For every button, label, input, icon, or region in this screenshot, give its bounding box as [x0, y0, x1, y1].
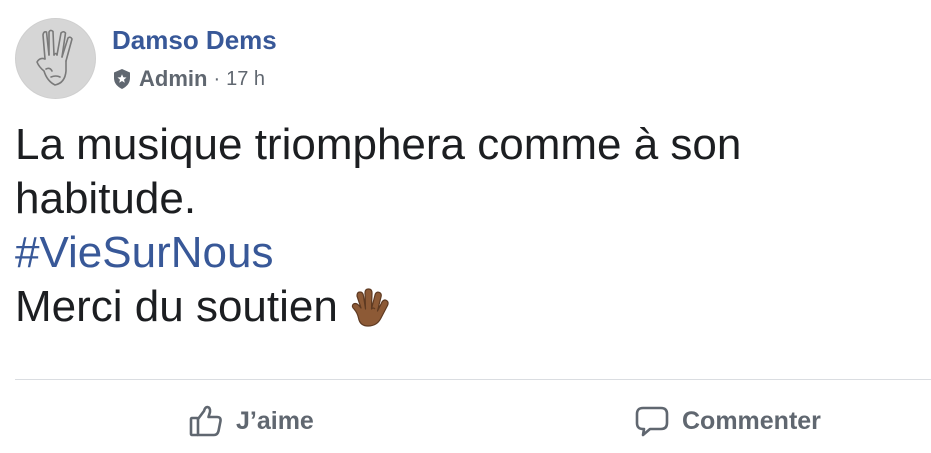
author-name[interactable]: Damso Dems: [112, 24, 277, 56]
hashtag-link[interactable]: #VieSurNous: [15, 226, 915, 280]
like-button[interactable]: J’aime: [188, 398, 314, 444]
vulcan-salute-emoji-icon: [348, 285, 394, 331]
admin-shield-icon: [112, 68, 132, 90]
post-card: Damso Dems Admin · 17 h La musique triom…: [0, 0, 931, 453]
avatar[interactable]: [15, 18, 96, 99]
comment-button-label: Commenter: [682, 406, 821, 435]
post-meta: Admin · 17 h: [112, 64, 265, 94]
author-role: Admin: [139, 66, 208, 91]
post-text: La musique triomphera comme à son habitu…: [15, 118, 915, 334]
post-timestamp[interactable]: 17 h: [226, 68, 265, 91]
thumbs-up-icon: [188, 403, 224, 439]
post-text-line: La musique triomphera comme à son: [15, 120, 742, 169]
like-button-label: J’aime: [236, 406, 314, 435]
divider: [15, 379, 931, 380]
vulcan-salute-avatar-icon: [36, 29, 73, 86]
post-text-line: habitude.: [15, 174, 197, 223]
post-text-line-with-emoji: Merci du soutien: [15, 280, 915, 334]
post-text-line: Merci du soutien: [15, 282, 338, 331]
comment-bubble-icon: [634, 403, 670, 439]
comment-button[interactable]: Commenter: [634, 398, 821, 444]
meta-separator: ·: [213, 67, 221, 90]
